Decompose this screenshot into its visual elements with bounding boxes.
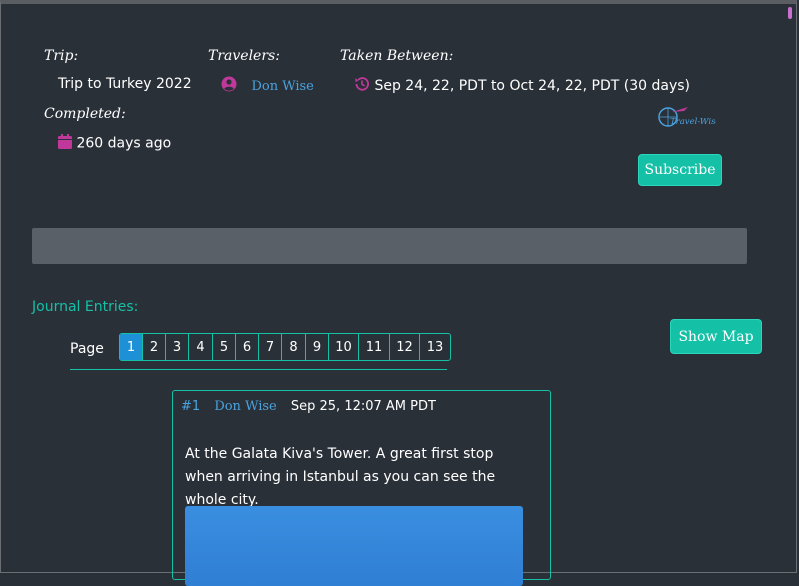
page-13-button[interactable]: 13 (420, 334, 450, 360)
page-1-button[interactable]: 1 (120, 334, 143, 360)
date-range-text: Sep 24, 22, PDT to Oct 24, 22, PDT (30 d… (374, 78, 690, 94)
travelers-label: Travelers: (208, 48, 280, 64)
pagination: 1 2 3 4 5 6 7 8 9 10 11 12 13 (119, 333, 451, 361)
page-2-button[interactable]: 2 (143, 334, 166, 360)
page-label: Page (70, 341, 104, 357)
journal-entries-title: Journal Entries: (32, 299, 139, 315)
subscribe-button[interactable]: Subscribe (638, 154, 722, 186)
entry-header: #1 Don Wise Sep 25, 12:07 AM PDT (181, 399, 436, 414)
page-7-button[interactable]: 7 (259, 334, 282, 360)
traveler-entry: Don Wise (221, 76, 314, 96)
user-circle-icon (221, 76, 237, 96)
entry-photo[interactable] (185, 506, 523, 586)
page-4-button[interactable]: 4 (189, 334, 213, 360)
travel-wise-logo: Travel-Wise (654, 104, 720, 130)
map-placeholder-bar (32, 228, 747, 264)
page-6-button[interactable]: 6 (236, 334, 259, 360)
date-range: Sep 24, 22, PDT to Oct 24, 22, PDT (30 d… (354, 76, 690, 96)
entry-date: Sep 25, 12:07 AM PDT (290, 399, 436, 414)
trip-name: Trip to Turkey 2022 (58, 76, 192, 92)
page-8-button[interactable]: 8 (282, 334, 306, 360)
page-10-button[interactable]: 10 (329, 334, 359, 360)
page-9-button[interactable]: 9 (306, 334, 329, 360)
entry-text: At the Galata Kiva's Tower. A great firs… (185, 446, 496, 508)
page-12-button[interactable]: 12 (390, 334, 420, 360)
calendar-icon (58, 134, 72, 153)
completed-label: Completed: (44, 106, 126, 122)
show-map-button[interactable]: Show Map (670, 319, 762, 354)
logo-text: Travel-Wise (670, 117, 716, 127)
journal-entry-card: #1 Don Wise Sep 25, 12:07 AM PDT At the … (172, 390, 551, 586)
taken-between-label: Taken Between: (340, 48, 454, 64)
scrollbar-thumb[interactable] (788, 7, 792, 19)
completed-value: 260 days ago (58, 134, 171, 153)
page-5-button[interactable]: 5 (213, 334, 236, 360)
page-3-button[interactable]: 3 (166, 334, 189, 360)
pagination-divider (70, 369, 447, 370)
completed-text: 260 days ago (76, 135, 172, 152)
entry-author-link[interactable]: Don Wise (214, 399, 276, 414)
traveler-link[interactable]: Don Wise (251, 79, 313, 94)
trip-label: Trip: (44, 48, 79, 64)
page-11-button[interactable]: 11 (359, 334, 390, 360)
entry-number[interactable]: #1 (181, 399, 200, 414)
history-icon (354, 76, 370, 96)
